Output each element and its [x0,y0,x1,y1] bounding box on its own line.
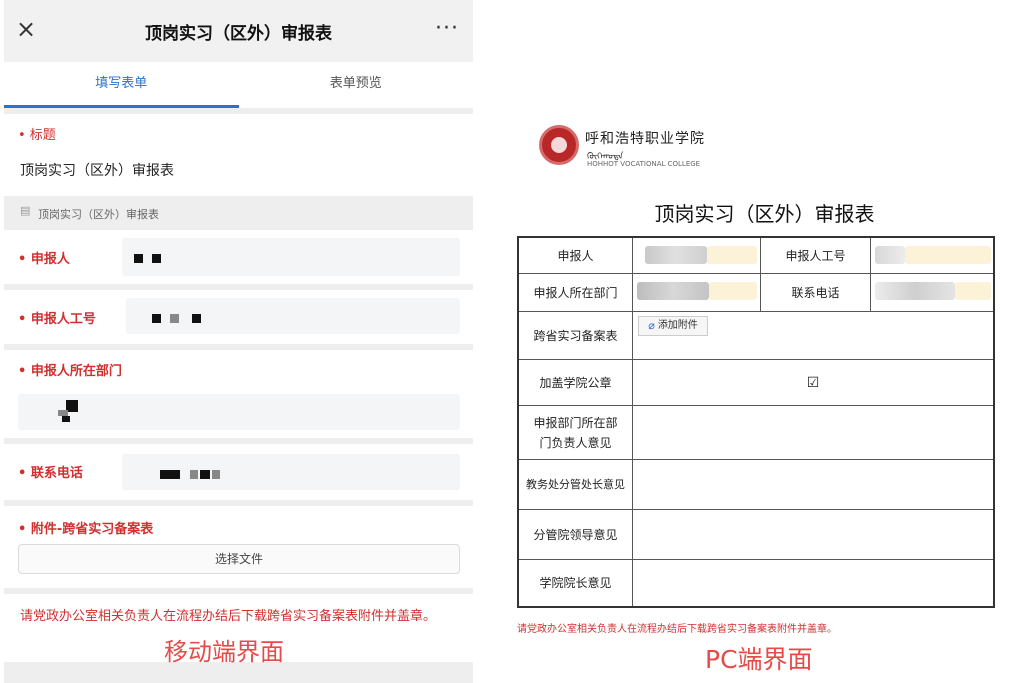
employee-id-input[interactable] [126,298,460,334]
table-row: 加盖学院公章 ☑ [519,360,993,406]
redacted-block [637,282,709,300]
department-cell-value[interactable] [633,274,761,311]
table-row: 分管院领导意见 [519,510,993,560]
form-name-strip: ▤ 顶岗实习（区外）审报表 [4,196,473,230]
applicant-cell-label: 申报人 [519,238,633,273]
applicant-field-section: • 申报人 [4,230,473,284]
table-row: 教务处分管处长意见 [519,460,993,510]
title-field-label: • 标题 [18,128,56,143]
attachment-field-section: • 附件-跨省实习备案表 选择文件 [4,506,473,588]
department-cell-label: 申报人所在部门 [519,274,633,311]
redacted-block [160,470,180,479]
form-icon: ▤ [20,204,31,217]
applicant-label: • 申报人 [18,252,70,267]
redacted-block [152,314,161,323]
redacted-block [192,314,201,323]
redacted-block [200,470,210,479]
redacted-block [170,314,179,323]
dept-opinion-field[interactable] [633,406,993,459]
title-field-value[interactable]: 顶岗实习（区外）审报表 [20,160,174,180]
form-name-text: 顶岗实习（区外）审报表 [38,208,159,221]
pc-notice-text: 请党政办公室相关负责人在流程办结后下载跨省实习备案表附件并盖章。 [517,624,837,635]
more-options-icon[interactable]: ··· [435,14,459,44]
redacted-block [152,254,161,263]
attachment-label: • 附件-跨省实习备案表 [18,522,154,537]
academic-opinion-label: 教务处分管处长意见 [519,460,633,509]
title-field-section: • 标题 顶岗实习（区外）审报表 [4,114,473,196]
active-tab-indicator [4,105,239,108]
applicant-input[interactable] [122,238,460,276]
seal-checkbox[interactable]: ☑ [633,360,993,405]
academic-opinion-field[interactable] [633,460,993,509]
leader-opinion-label: 分管院领导意见 [519,510,633,559]
redacted-block [134,254,143,263]
phone-input[interactable] [122,454,460,490]
redacted-block [955,282,991,300]
phone-label: • 联系电话 [18,466,83,481]
department-field-section: • 申报人所在部门 [4,350,473,438]
redacted-block [905,246,991,264]
president-opinion-field[interactable] [633,560,993,606]
redacted-block [645,246,707,264]
attachment-cell-label: 跨省实习备案表 [519,312,633,359]
employee-id-cell-value[interactable] [871,238,993,273]
redacted-block [190,470,198,479]
pc-caption: PC端界面 [705,645,813,674]
phone-field-section: • 联系电话 [4,444,473,500]
employee-id-field-section: • 申报人工号 [4,290,473,344]
pc-form-title: 顶岗实习（区外）审报表 [654,202,875,226]
employee-id-label: • 申报人工号 [18,312,96,327]
attachment-cell-value: ⌀ 添加附件 [633,312,993,359]
pc-form-table: 申报人 申报人工号 申报人所在部门 联系电话 跨省实习备案表 ⌀ 添加附件 加盖… [517,236,995,608]
redacted-block [62,416,70,422]
mobile-caption: 移动端界面 [164,638,284,666]
table-row: 申报人 申报人工号 [519,238,993,274]
table-row: 学院院长意见 [519,560,993,606]
tab-fill-form[interactable]: 填写表单 [4,62,239,108]
redacted-block [707,246,757,264]
redacted-block [875,246,905,264]
tab-form-preview[interactable]: 表单预览 [239,62,474,108]
pc-screen: 呼和浩特职业学院 ᠬᠥᠬᠡᠬᠣᠲᠠ HOHHOT VOCATIONAL COLL… [505,0,1024,683]
table-row: 跨省实习备案表 ⌀ 添加附件 [519,312,993,360]
table-row: 申报部门所在部门负责人意见 [519,406,993,460]
mobile-header: × 顶岗实习（区外）审报表 ··· [4,0,473,62]
president-opinion-label: 学院院长意见 [519,560,633,606]
dept-opinion-label: 申报部门所在部门负责人意见 [519,406,633,459]
mobile-screen: × 顶岗实习（区外）审报表 ··· 填写表单 表单预览 • 标题 顶岗实习（区外… [4,0,473,683]
phone-cell-value[interactable] [871,274,993,311]
school-name-en: HOHHOT VOCATIONAL COLLEGE [587,160,701,168]
school-logo [539,125,579,165]
redacted-block [875,282,955,300]
school-name-cn: 呼和浩特职业学院 [585,131,705,147]
seal-cell-label: 加盖学院公章 [519,360,633,405]
mobile-notice-text: 请党政办公室相关负责人在流程办结后下载跨省实习备案表附件并盖章。 [20,609,437,624]
redacted-block [212,470,220,479]
redacted-block [709,282,757,300]
tab-bar: 填写表单 表单预览 [4,62,473,108]
add-attachment-label: 添加附件 [657,320,698,331]
phone-cell-label: 联系电话 [761,274,871,311]
choose-file-button[interactable]: 选择文件 [18,544,460,574]
department-input[interactable] [18,394,460,430]
leader-opinion-field[interactable] [633,510,993,559]
paperclip-icon: ⌀ [648,319,655,332]
add-attachment-button[interactable]: ⌀ 添加附件 [638,316,708,336]
table-row: 申报人所在部门 联系电话 [519,274,993,312]
employee-id-cell-label: 申报人工号 [761,238,871,273]
close-icon[interactable]: × [16,14,36,44]
department-label: • 申报人所在部门 [18,364,122,379]
page-title: 顶岗实习（区外）审报表 [145,23,332,44]
applicant-cell-value[interactable] [633,238,761,273]
